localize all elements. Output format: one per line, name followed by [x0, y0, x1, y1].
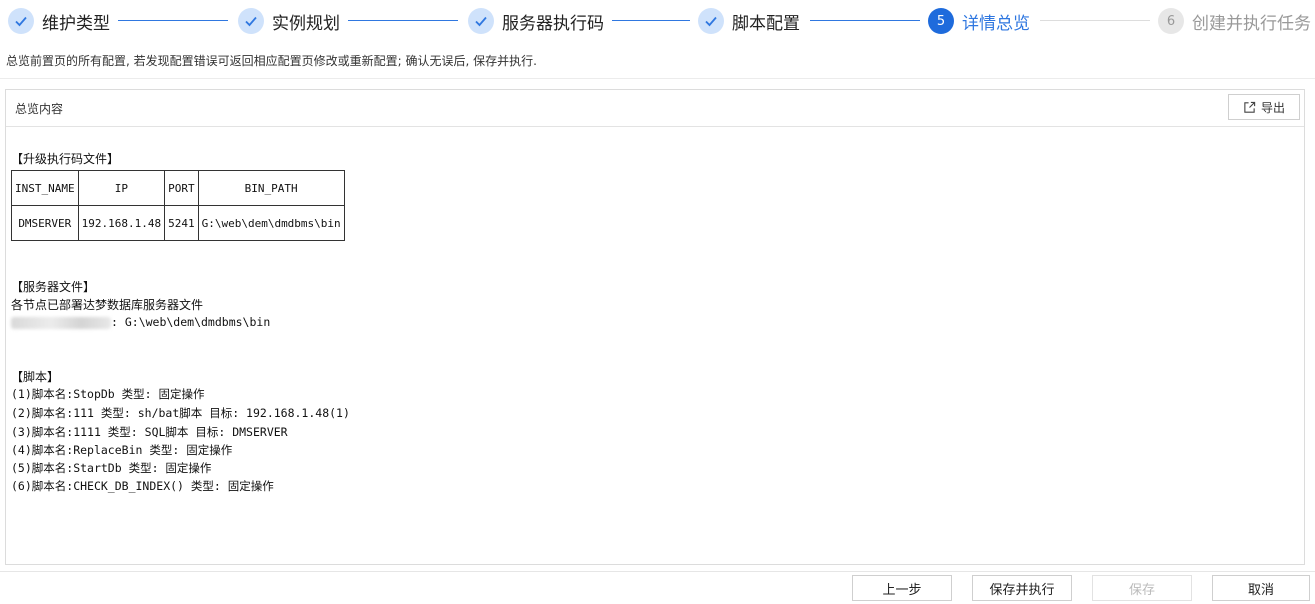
step-number: 5 — [928, 8, 954, 34]
column-header: INST_NAME — [11, 170, 79, 206]
prev-button[interactable]: 上一步 — [852, 575, 952, 601]
column-header: PORT — [164, 170, 199, 206]
table-cell: 192.168.1.48 — [77, 205, 166, 241]
column-header: BIN_PATH — [197, 170, 345, 206]
server-deployed-text: 各节点已部署达梦数据库服务器文件 — [11, 298, 204, 312]
save-button[interactable]: 保存 — [1092, 575, 1192, 601]
upgrade-section-title: 【升级执行码文件】 — [11, 152, 120, 166]
script-section-title: 【脚本】 — [11, 370, 60, 384]
step-6[interactable]: 6 创建并执行任务 — [1158, 7, 1311, 35]
step-label: 详情总览 — [962, 13, 1030, 34]
divider — [0, 78, 1315, 79]
overview-panel: 总览内容 导出 【升级执行码文件】 INST_NAME IP PORT BIN_… — [5, 89, 1305, 565]
step-label: 实例规划 — [272, 13, 340, 34]
table-cell: DMSERVER — [11, 205, 79, 241]
script-item: (5)脚本名:StartDb 类型: 固定操作 — [11, 461, 212, 475]
check-icon — [468, 8, 494, 34]
script-item: (3)脚本名:1111 类型: SQL脚本 目标: DMSERVER — [11, 425, 288, 439]
step-connector — [118, 20, 228, 21]
table-cell: 5241 — [164, 205, 199, 241]
step-connector — [348, 20, 458, 21]
check-icon — [238, 8, 264, 34]
step-label: 维护类型 — [42, 13, 110, 34]
check-icon — [698, 8, 724, 34]
step-connector — [810, 20, 920, 21]
step-number: 6 — [1158, 8, 1184, 34]
export-icon — [1244, 101, 1256, 113]
script-item: (6)脚本名:CHECK_DB_INDEX() 类型: 固定操作 — [11, 479, 274, 493]
export-button[interactable]: 导出 — [1228, 94, 1300, 120]
panel-title: 总览内容 — [15, 102, 64, 116]
cancel-button[interactable]: 取消 — [1212, 575, 1310, 601]
footer-divider — [0, 571, 1315, 572]
export-label: 导出 — [1260, 100, 1285, 115]
step-3[interactable]: 服务器执行码 — [468, 7, 604, 35]
script-item: (2)脚本名:111 类型: sh/bat脚本 目标: 192.168.1.48… — [11, 406, 350, 420]
wizard-stepper: 维护类型 实例规划 服务器执行码 脚本配置 5 详情总览 6 创建并执行任务 — [0, 0, 1315, 42]
step-1[interactable]: 维护类型 — [8, 7, 110, 35]
table-row: DMSERVER 192.168.1.48 5241 G:\web\dem\dm… — [11, 205, 345, 241]
step-label: 服务器执行码 — [502, 13, 604, 34]
save-execute-button[interactable]: 保存并执行 — [972, 575, 1072, 601]
step-label: 创建并执行任务 — [1192, 13, 1311, 34]
column-header: IP — [77, 170, 166, 206]
server-path-line: : G:\web\dem\dmdbms\bin — [11, 315, 270, 329]
bin-table: INST_NAME IP PORT BIN_PATH DMSERVER 192.… — [11, 170, 345, 241]
table-header-row: INST_NAME IP PORT BIN_PATH — [11, 170, 345, 206]
step-connector — [1040, 20, 1150, 21]
step-label: 脚本配置 — [732, 13, 800, 34]
script-item: (4)脚本名:ReplaceBin 类型: 固定操作 — [11, 443, 233, 457]
redacted-host — [11, 316, 111, 329]
script-item: (1)脚本名:StopDb 类型: 固定操作 — [11, 387, 205, 401]
table-cell: G:\web\dem\dmdbms\bin — [197, 205, 345, 241]
panel-header: 总览内容 导出 — [6, 90, 1304, 127]
overview-hint: 总览前置页的所有配置, 若发现配置错误可返回相应配置页修改或重新配置; 确认无误… — [6, 54, 537, 68]
step-5[interactable]: 5 详情总览 — [928, 7, 1030, 35]
step-2[interactable]: 实例规划 — [238, 7, 340, 35]
step-4[interactable]: 脚本配置 — [698, 7, 800, 35]
server-path: : G:\web\dem\dmdbms\bin — [111, 315, 271, 329]
server-section-title: 【服务器文件】 — [11, 280, 96, 294]
check-icon — [8, 8, 34, 34]
step-connector — [612, 20, 690, 21]
